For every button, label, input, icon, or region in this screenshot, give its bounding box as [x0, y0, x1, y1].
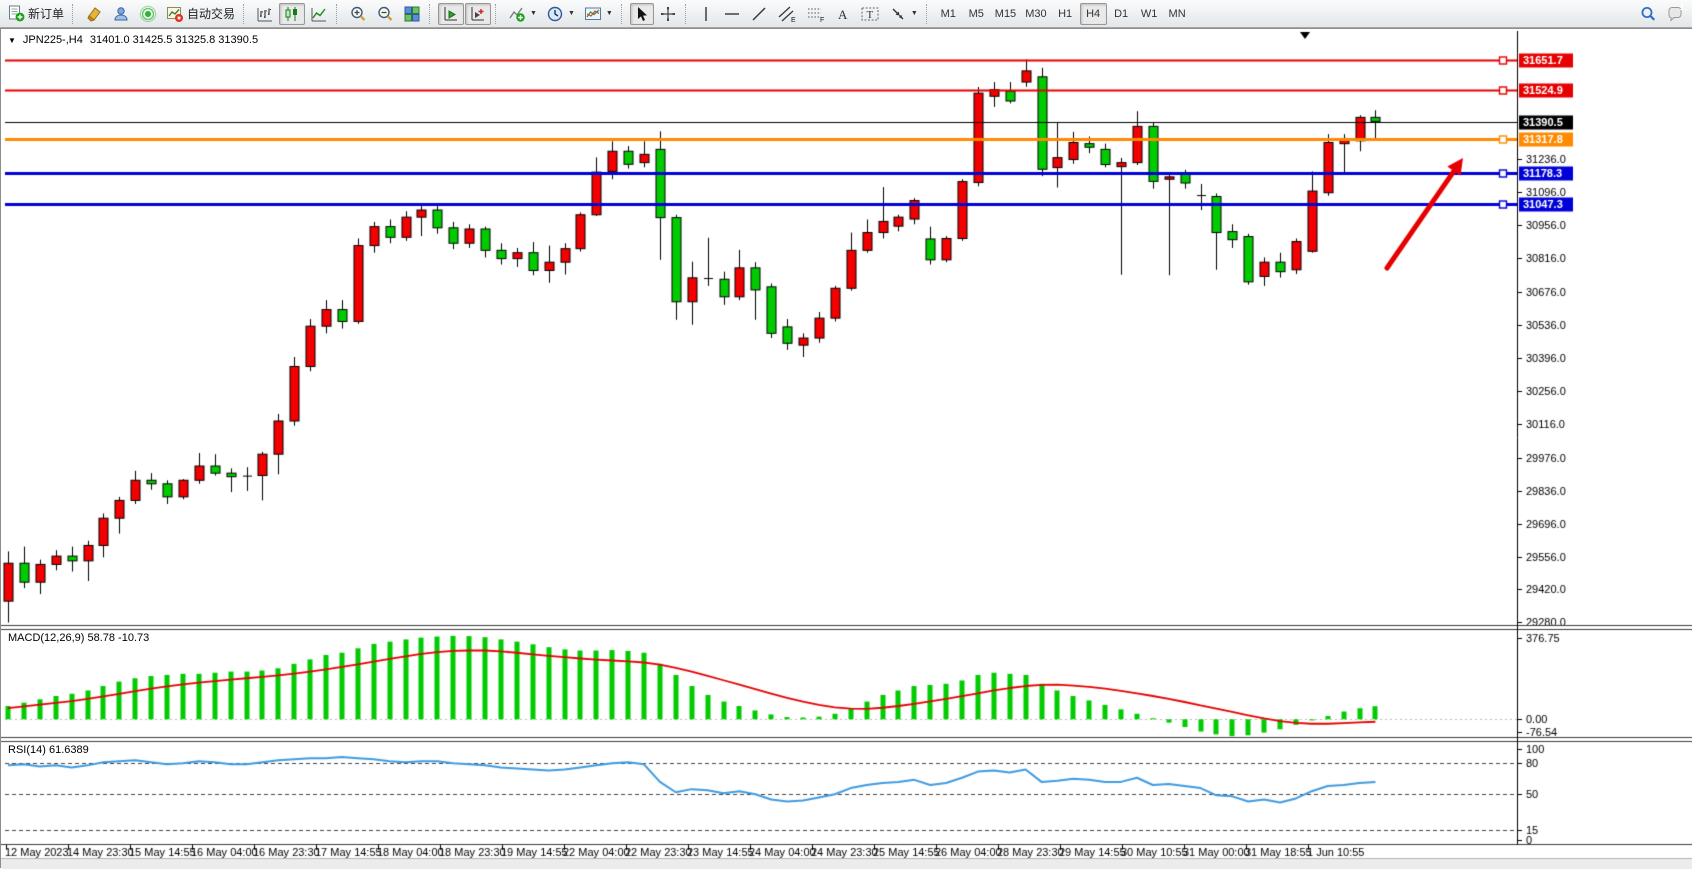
line-chart-icon [310, 5, 328, 23]
search-icon [1639, 5, 1657, 23]
chart-window: ▼ JPN225-,H4 31401.0 31425.5 31325.8 313… [0, 28, 1692, 868]
periods-dropdown[interactable]: ▼ [568, 10, 575, 17]
horizontal-line-button[interactable] [719, 3, 745, 25]
auto-scroll-icon [469, 5, 487, 23]
crosshair-icon [659, 5, 677, 23]
chart-collapse-icon[interactable]: ▼ [8, 36, 16, 45]
fibonacci-icon: F [806, 5, 826, 23]
auto-scroll-button[interactable] [465, 3, 491, 25]
crosshair-button[interactable] [655, 3, 681, 25]
trendline-icon [750, 5, 768, 23]
text-label-button[interactable]: T [856, 3, 884, 25]
cursor-button[interactable] [630, 3, 654, 25]
timeframe-m5[interactable]: M5 [963, 3, 990, 25]
chart-ohlc-values: 31401.0 31425.5 31325.8 31390.5 [90, 34, 258, 46]
signals-icon [139, 5, 157, 23]
svg-text:A: A [838, 7, 848, 22]
shift-chart-button[interactable] [438, 3, 464, 25]
text-icon: A [835, 5, 851, 23]
equidistant-channel-icon: E [777, 5, 797, 23]
notifications-icon: 1 [1666, 5, 1684, 23]
trendline-button[interactable] [746, 3, 772, 25]
timeframe-m15[interactable]: M15 [991, 3, 1020, 25]
timeframe-w1[interactable]: W1 [1136, 3, 1163, 25]
templates-button[interactable]: ▼ [580, 3, 617, 25]
chart-symbol-period: JPN225-,H4 [23, 34, 83, 46]
horizontal-line-icon [723, 7, 741, 21]
timeframe-mn[interactable]: MN [1164, 3, 1191, 25]
arrow-objects-button[interactable]: ▼ [885, 3, 922, 25]
separator [429, 4, 433, 24]
eraser-button[interactable] [81, 3, 107, 25]
text-button[interactable]: A [831, 3, 855, 25]
notifications-button[interactable]: 1 [1662, 3, 1688, 25]
arrow-objects-icon [889, 5, 907, 23]
cursor-icon [634, 6, 650, 22]
macd-indicator-label: MACD(12,26,9) 58.78 -10.73 [8, 632, 149, 644]
zoom-in-icon [349, 5, 367, 23]
zoom-out-icon [376, 5, 394, 23]
bar-chart-icon [256, 5, 274, 23]
vertical-line-button[interactable] [694, 3, 718, 25]
tile-windows-icon [403, 5, 421, 23]
templates-dropdown[interactable]: ▼ [606, 10, 613, 17]
separator [72, 4, 76, 24]
tile-windows-button[interactable] [399, 3, 425, 25]
timeframe-group: M1M5M15M30H1H4D1W1MN [935, 3, 1191, 25]
separator [336, 4, 340, 24]
vertical-line-icon [699, 5, 713, 23]
candlestick-chart-icon [283, 5, 301, 23]
text-label-icon: T [860, 5, 880, 23]
new-order-label: 新订单 [28, 5, 64, 22]
arrow-objects-dropdown[interactable]: ▼ [911, 10, 918, 17]
timeframe-m1[interactable]: M1 [935, 3, 962, 25]
shift-chart-icon [442, 5, 460, 23]
equidistant-channel-button[interactable]: E [773, 3, 801, 25]
svg-text:F: F [820, 17, 824, 23]
periods-button[interactable]: ▼ [542, 3, 579, 25]
notification-badge: 1 [1674, 1, 1690, 13]
fibonacci-button[interactable]: F [802, 3, 830, 25]
rsi-indicator-label: RSI(14) 61.6389 [8, 744, 89, 756]
timeframe-m30[interactable]: M30 [1021, 3, 1050, 25]
auto-trading-icon [166, 5, 184, 23]
new-order-icon [8, 5, 25, 22]
chart-canvas[interactable] [1, 29, 1692, 869]
auto-trading-label: 自动交易 [187, 5, 235, 22]
timeframe-d1[interactable]: D1 [1108, 3, 1135, 25]
profile-button[interactable] [108, 3, 134, 25]
svg-text:T: T [866, 9, 873, 21]
zoom-out-button[interactable] [372, 3, 398, 25]
indicators-button[interactable]: ▼ [504, 3, 541, 25]
indicators-dropdown[interactable]: ▼ [530, 10, 537, 17]
separator [243, 4, 247, 24]
new-order-button[interactable]: 新订单 [4, 3, 68, 25]
timeframe-h1[interactable]: H1 [1052, 3, 1079, 25]
periods-icon [546, 5, 564, 23]
separator [926, 4, 930, 24]
profile-icon [112, 5, 130, 23]
chart-title: ▼ JPN225-,H4 31401.0 31425.5 31325.8 313… [8, 34, 258, 46]
separator [685, 4, 689, 24]
signals-button[interactable] [135, 3, 161, 25]
candlestick-chart-button[interactable] [279, 3, 305, 25]
line-chart-button[interactable] [306, 3, 332, 25]
svg-text:E: E [791, 17, 796, 23]
separator [621, 4, 625, 24]
auto-trading-button[interactable]: 自动交易 [162, 3, 239, 25]
search-button[interactable] [1635, 3, 1661, 25]
main-toolbar: 新订单 自动交易 ▼ ▼ ▼ E F A T ▼ M1M5M15M30H1H4D… [0, 0, 1692, 28]
indicators-icon [508, 5, 526, 23]
timeframe-h4[interactable]: H4 [1080, 3, 1107, 25]
templates-icon [584, 5, 602, 23]
eraser-icon [85, 5, 103, 23]
separator [495, 4, 499, 24]
zoom-in-button[interactable] [345, 3, 371, 25]
bar-chart-button[interactable] [252, 3, 278, 25]
